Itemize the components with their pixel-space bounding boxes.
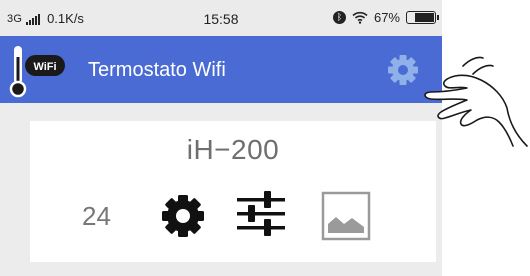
battery-icon: [406, 11, 439, 24]
sliders-icon[interactable]: [235, 188, 287, 240]
settings-gear-icon[interactable]: [386, 53, 420, 87]
temperature-value: 24: [82, 201, 111, 231]
device-name: iH−200: [186, 134, 280, 165]
app-bar: WiFi Termostato Wifi: [0, 36, 442, 103]
pointing-hand-icon: [424, 56, 528, 147]
bluetooth-icon: ᛒ: [332, 11, 346, 24]
image-icon[interactable]: [321, 191, 371, 241]
app-title: Termostato Wifi: [88, 59, 226, 81]
gear-icon[interactable]: [160, 193, 206, 239]
phone-screen: 3G 0.1K/s 15:58 ᛒ 67% WiFi Termostato Wi…: [0, 0, 442, 276]
wifi-icon: [352, 11, 368, 24]
logo-badge-text: WiFi: [33, 61, 56, 73]
thermometer-wifi-logo: WiFi: [9, 46, 65, 98]
device-card[interactable]: iH−200 24: [30, 121, 436, 262]
battery-percent: 67%: [373, 10, 400, 25]
status-bar: 3G 0.1K/s 15:58 ᛒ 67%: [0, 0, 442, 36]
